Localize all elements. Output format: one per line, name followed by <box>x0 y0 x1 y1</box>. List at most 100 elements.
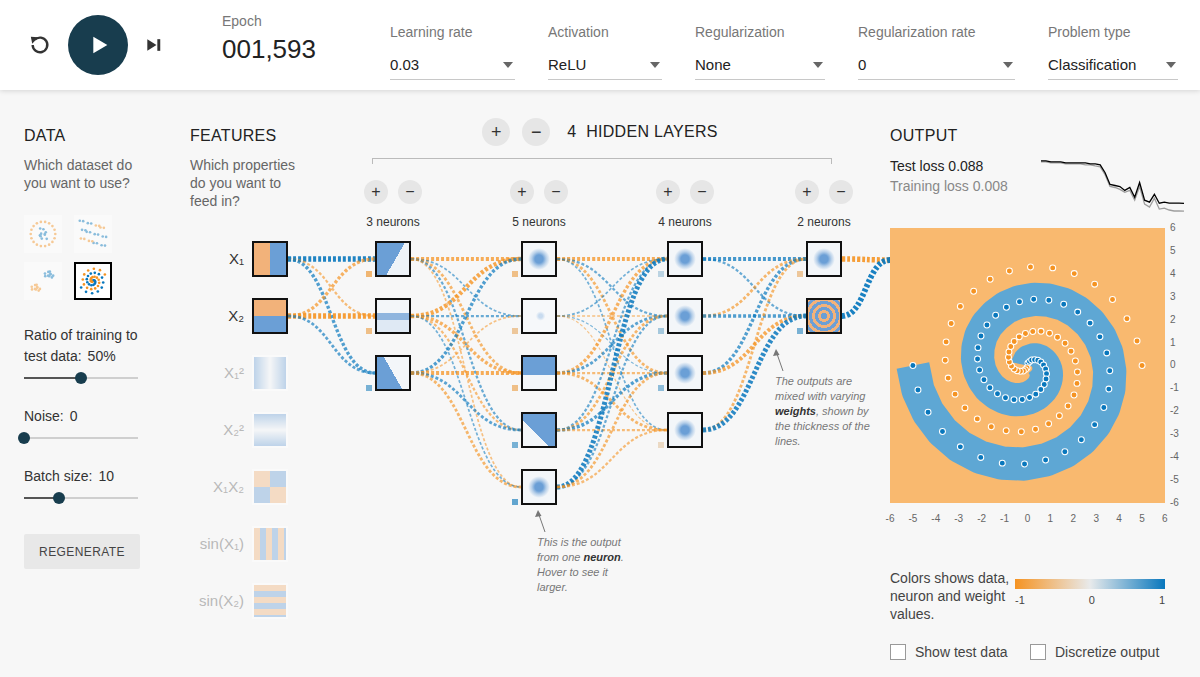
feature-toggle[interactable] <box>252 355 288 391</box>
feature-toggle[interactable] <box>252 412 288 448</box>
option-checkbox[interactable]: Discretize output <box>1030 643 1159 661</box>
weight-link[interactable] <box>557 316 667 373</box>
reset-button[interactable] <box>28 33 52 57</box>
weight-link[interactable] <box>411 259 521 373</box>
weight-link[interactable] <box>703 259 806 430</box>
add-neuron-button[interactable]: + <box>510 180 534 204</box>
regenerate-button[interactable]: REGENERATE <box>24 534 140 569</box>
neuron[interactable] <box>806 241 842 277</box>
weight-link[interactable] <box>557 259 667 316</box>
weight-link[interactable] <box>557 316 667 430</box>
weight-link[interactable] <box>557 259 667 430</box>
dataset-option[interactable] <box>74 215 112 253</box>
neuron-bias[interactable] <box>512 328 518 334</box>
dropdown-field[interactable]: ReLU <box>548 55 662 80</box>
neuron-bias[interactable] <box>512 385 518 391</box>
weight-link[interactable] <box>557 316 667 487</box>
weight-link[interactable] <box>557 257 667 261</box>
weight-link[interactable] <box>703 259 806 316</box>
setting-dropdown[interactable]: RegularizationNone <box>695 11 825 80</box>
weight-link[interactable] <box>557 316 667 373</box>
neuron[interactable] <box>521 469 557 505</box>
neuron-bias[interactable] <box>512 499 518 505</box>
weight-link[interactable] <box>842 260 890 316</box>
neuron-bias[interactable] <box>797 271 803 277</box>
feature-toggle[interactable] <box>252 526 288 562</box>
setting-dropdown[interactable]: ActivationReLU <box>548 11 662 80</box>
weight-link[interactable] <box>557 259 667 373</box>
neuron[interactable] <box>375 241 411 277</box>
step-button[interactable] <box>142 33 166 57</box>
neuron-bias[interactable] <box>797 328 803 334</box>
weight-link[interactable] <box>288 259 375 373</box>
remove-neuron-button[interactable]: − <box>398 180 422 204</box>
dropdown-field[interactable]: Classification <box>1048 55 1178 80</box>
feature-toggle[interactable] <box>252 241 288 277</box>
slider-thumb[interactable] <box>75 372 87 384</box>
weight-link[interactable] <box>411 371 521 375</box>
weight-link[interactable] <box>557 259 667 316</box>
weight-link[interactable] <box>557 259 667 430</box>
neuron-bias[interactable] <box>366 328 372 334</box>
add-layer-button[interactable]: + <box>482 118 510 146</box>
add-neuron-button[interactable]: + <box>364 180 388 204</box>
neuron[interactable] <box>521 412 557 448</box>
remove-neuron-button[interactable]: − <box>690 180 714 204</box>
setting-dropdown[interactable]: Problem typeClassification <box>1048 11 1178 80</box>
slider-track[interactable] <box>24 492 138 504</box>
neuron[interactable] <box>375 355 411 391</box>
weight-link[interactable] <box>411 373 521 430</box>
weight-link[interactable] <box>703 257 806 261</box>
weight-link[interactable] <box>557 315 667 317</box>
weight-link[interactable] <box>557 429 667 431</box>
dropdown-field[interactable]: 0 <box>858 55 1015 80</box>
slider-thumb[interactable] <box>53 492 65 504</box>
neuron-bias[interactable] <box>658 442 664 448</box>
neuron[interactable] <box>667 241 703 277</box>
dropdown-field[interactable]: None <box>695 55 825 80</box>
neuron[interactable] <box>521 355 557 391</box>
slider-track[interactable] <box>24 432 138 444</box>
neuron[interactable] <box>521 298 557 334</box>
feature-toggle[interactable] <box>252 298 288 334</box>
weight-link[interactable] <box>557 430 667 487</box>
output-heatmap[interactable] <box>890 228 1165 503</box>
play-button[interactable] <box>68 15 128 75</box>
weight-link[interactable] <box>411 259 521 487</box>
weight-link[interactable] <box>288 259 375 316</box>
neuron[interactable] <box>667 355 703 391</box>
weight-link[interactable] <box>703 259 806 316</box>
weight-link[interactable] <box>411 257 521 261</box>
weight-link[interactable] <box>288 316 375 373</box>
weight-link[interactable] <box>288 259 375 316</box>
remove-layer-button[interactable]: − <box>522 118 550 146</box>
weight-link[interactable] <box>411 316 521 487</box>
weight-link[interactable] <box>842 259 890 260</box>
weight-link[interactable] <box>411 316 521 373</box>
weight-link[interactable] <box>288 313 375 319</box>
weight-link[interactable] <box>411 316 521 430</box>
weight-link[interactable] <box>411 373 521 487</box>
dropdown-field[interactable]: 0.03 <box>390 55 515 80</box>
slider-thumb[interactable] <box>18 432 30 444</box>
neuron-bias[interactable] <box>512 442 518 448</box>
dataset-option[interactable] <box>24 215 62 253</box>
neuron-bias[interactable] <box>366 271 372 277</box>
neuron[interactable] <box>375 298 411 334</box>
checkbox[interactable] <box>1030 644 1046 660</box>
neuron[interactable] <box>806 298 842 334</box>
neuron[interactable] <box>667 298 703 334</box>
weight-link[interactable] <box>411 259 521 430</box>
weight-link[interactable] <box>557 259 667 487</box>
setting-dropdown[interactable]: Learning rate0.03 <box>390 11 515 80</box>
dataset-option[interactable] <box>74 262 112 300</box>
weight-link[interactable] <box>411 259 521 373</box>
weight-link[interactable] <box>411 259 521 316</box>
setting-dropdown[interactable]: Regularization rate0 <box>858 11 1015 80</box>
neuron[interactable] <box>667 412 703 448</box>
weight-link[interactable] <box>703 314 806 317</box>
weight-link[interactable] <box>557 259 667 373</box>
checkbox[interactable] <box>890 644 906 660</box>
neuron-bias[interactable] <box>658 328 664 334</box>
neuron-bias[interactable] <box>366 385 372 391</box>
